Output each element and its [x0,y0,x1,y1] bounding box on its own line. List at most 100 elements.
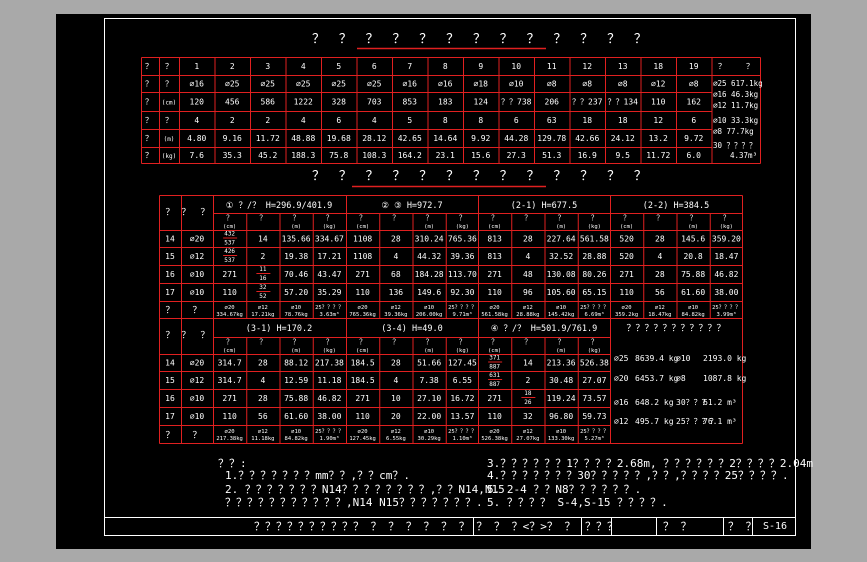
summary-label: ？ [718,62,726,71]
row-diameter: ⌀20 [190,359,205,368]
cell-text: 27.07 [582,376,606,385]
cell-value: 14.64 [433,134,457,143]
cell-value: ⌀8 [689,80,699,89]
cell-value: 6 [336,116,341,125]
drawing-name: ？？？？？？？？？？ ？ ？ ？ ？ ？ ？ ？ ？ ？<？>？ ？ [254,520,576,533]
total-label: ⌀12 [391,429,401,435]
row-label: ？ [165,80,173,89]
cell-text: 184.5 [351,376,375,385]
cell-value: ⌀18 [474,80,489,89]
summary-value: ⌀25 617.1kg [713,79,763,88]
sub-header: ？ [459,338,466,346]
cell-value: 328 [332,98,347,107]
row-label: ？ [145,98,153,107]
cell-value: 206 [545,98,560,107]
cell-text: 334.67 [315,235,344,244]
cell-text: 271 [487,394,502,403]
cell-value: 9.5 [616,151,631,160]
total-value: 145.42kg [548,312,575,318]
cell-text: 149.6 [417,288,441,297]
total-label: ⌀12 [391,305,401,311]
cell-text: 59.73 [582,412,606,421]
sub-unit: (cm) [488,224,501,230]
cell-value: ⌀16 [403,80,418,89]
grand-total-header: ？？？？？？？？？？？ [626,324,725,334]
cell-text: 70.46 [284,270,308,279]
total-value: 9.71m³ [452,311,472,318]
cell-text: 4 [525,252,530,261]
total-value: 17.21kg [251,312,274,318]
cell-value: ⌀25 [225,80,240,89]
cell-value: ⌀8 [547,80,557,89]
total-value: 1.90m³ [319,435,339,442]
sub-unit: (kg) [720,224,733,230]
group-title: ① ？/？ H=296.9/401.9 [226,201,333,211]
grand-value: 1087.8 kg [703,374,747,383]
cell-text: 28.88 [582,252,606,261]
cell-value: 45.2 [258,151,277,160]
cell-text: 4 [393,252,398,261]
total-label: 25？？？？ [448,428,477,435]
total-label: ⌀20 [358,429,368,435]
row-number: 17 [165,412,175,421]
total-label: ⌀12 [258,305,268,311]
row-label: (cm) [162,100,176,107]
sub-header: ？ [623,214,630,222]
cell-value: ⌀12 [651,80,666,89]
column-number: 7 [407,62,412,71]
cell-value: 18 [582,116,592,125]
note-line: 5. 2-4 ？？N8？？？？？？. [487,483,642,496]
sub-header: ？ [326,338,333,346]
column-number: 2 [230,62,235,71]
cell-text: 271 [222,270,237,279]
cell-text: 20.8 [683,252,702,261]
total-value: 217.38kg [216,436,243,442]
total-value: 359.2kg [615,312,638,318]
cell-text: 271 [355,394,370,403]
fraction-top: 18 [524,390,532,397]
row-label: ？ [145,62,153,71]
total-label: 25？？？？ [580,428,609,435]
cell-text: 46.82 [714,270,738,279]
column-number: 4 [301,62,306,71]
total-value: 6.69m³ [584,311,604,318]
cell-text: 310.24 [415,235,444,244]
fraction-bottom: 16 [259,275,267,282]
cell-text: 271 [487,270,502,279]
cell-value: 23.1 [436,151,455,160]
sub-header: ？ [591,214,598,222]
total-value: 6.55kg [386,436,406,442]
total-label: ⌀12 [655,305,665,311]
sub-header: ？ [392,338,399,346]
total-label: ⌀12 [258,429,268,435]
row-label: ？ [145,80,153,89]
total-value: 39.36kg [384,312,407,318]
cell-text: 38.00 [714,288,738,297]
cell-value: ？？134 [608,98,639,107]
cell-value: 11.72 [646,151,670,160]
total-value: 133.30kg [548,436,575,442]
cell-text: 765.36 [448,235,477,244]
cell-text: 68 [391,270,401,279]
cell-text: 39.36 [450,252,474,261]
cell-value: 16.9 [578,151,597,160]
cell-value: 44.28 [504,134,528,143]
cell-text: 4 [657,252,662,261]
row-number: 17 [165,288,175,297]
cell-text: 110 [355,288,370,297]
cell-value: 188.3 [291,151,315,160]
column-number: 8 [443,62,448,71]
cell-value: 2 [265,116,270,125]
cell-text: 271 [355,270,370,279]
cell-value: 4.80 [187,134,206,143]
fraction-top: 631 [489,372,500,379]
left-header: ？ [165,208,174,218]
total-value: 84.82kg [682,312,705,318]
column-number: 3 [265,62,270,71]
cell-value: 75.8 [329,151,348,160]
sub-unit: (cm) [356,224,369,230]
fraction-top: 432 [224,231,235,238]
sub-unit: (cm) [488,348,501,354]
row-number: 16 [165,394,175,403]
total-label: 25？？？？ [315,304,344,311]
